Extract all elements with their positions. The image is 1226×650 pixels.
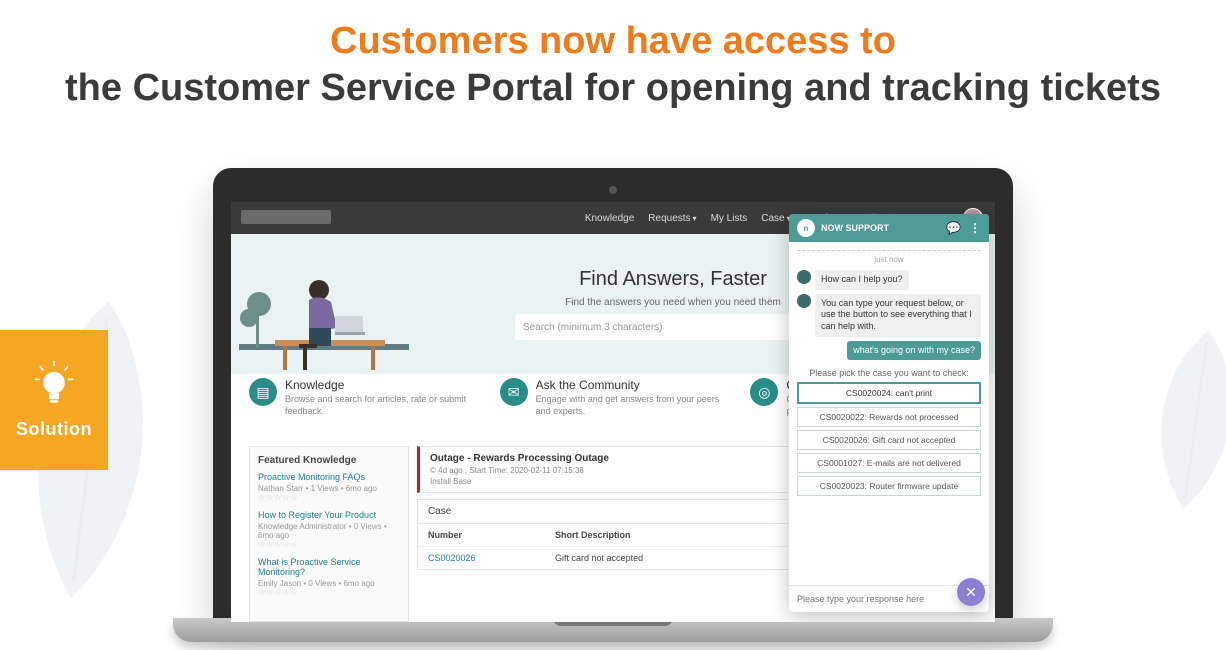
close-icon: ✕ bbox=[965, 584, 977, 601]
chat-title: NOW SUPPORT bbox=[821, 223, 889, 233]
now-logo-icon: n bbox=[797, 219, 815, 237]
featured-meta: Nathan Starr • 1 Views • 6mo ago bbox=[258, 484, 400, 493]
search-placeholder: Search (minimum 3 characters) bbox=[523, 322, 662, 333]
featured-meta: Emily Jason • 0 Views • 6mo ago bbox=[258, 579, 400, 588]
chat-timestamp: just now bbox=[797, 255, 981, 264]
life-ring-icon: ◎ bbox=[750, 378, 778, 406]
message-text: You can type your request below, or use … bbox=[815, 294, 981, 337]
tile-desc: Engage with and get answers from your pe… bbox=[536, 394, 727, 417]
picker-option[interactable]: CS0001027: E-mails are not delivered bbox=[797, 453, 981, 473]
brand-logo bbox=[241, 210, 331, 224]
featured-meta: Knowledge Administrator • 0 Views • 6mo … bbox=[258, 522, 400, 540]
featured-item[interactable]: Proactive Monitoring FAQs Nathan Starr •… bbox=[258, 472, 400, 502]
picker-option[interactable]: CS0020023: Router firmware update bbox=[797, 476, 981, 496]
chat-bubble-icon: ✉ bbox=[500, 378, 528, 406]
headline-line2: the Customer Service Portal for opening … bbox=[40, 67, 1186, 110]
nav-case[interactable]: Case▾ bbox=[761, 213, 790, 224]
picker-label: Please pick the case you want to check: bbox=[797, 368, 981, 378]
picker-option[interactable]: CS0020026: Gift card not accepted bbox=[797, 430, 981, 450]
chevron-down-icon: ▾ bbox=[693, 214, 697, 223]
outage-title: Outage - Rewards Processing Outage bbox=[430, 453, 838, 464]
case-table: Number Short Description Actions CS00200… bbox=[418, 524, 848, 569]
card-heading: Case bbox=[428, 506, 451, 517]
speech-icon[interactable]: 💬 bbox=[946, 221, 961, 235]
user-message: what's going on with my case? bbox=[797, 341, 981, 361]
tile-desc: Browse and search for articles, rate or … bbox=[285, 394, 476, 417]
close-chat-fab[interactable]: ✕ bbox=[957, 578, 985, 606]
tile-title: Ask the Community bbox=[536, 378, 727, 392]
chat-body: just now How can I help you? You can typ… bbox=[789, 242, 989, 585]
portal-screen: Knowledge Requests▾ My Lists Case▾ Catal… bbox=[231, 202, 995, 622]
outage-banner[interactable]: Outage - Rewards Processing Outage © 4d … bbox=[417, 446, 849, 493]
bot-message: How can I help you? bbox=[797, 270, 981, 290]
star-rating-icon: ☆☆☆☆☆ bbox=[258, 493, 400, 502]
featured-heading: Featured Knowledge bbox=[258, 455, 400, 466]
camera-dot bbox=[609, 186, 617, 194]
nav-knowledge[interactable]: Knowledge bbox=[585, 213, 634, 224]
tile-knowledge[interactable]: ▤ Knowledge Browse and search for article… bbox=[249, 378, 476, 417]
nav-mylists[interactable]: My Lists bbox=[711, 213, 748, 224]
outage-base: Install Base bbox=[430, 477, 838, 486]
col-desc: Short Description bbox=[545, 524, 748, 547]
decorative-leaf-right bbox=[1116, 263, 1226, 577]
featured-item[interactable]: What is Proactive Service Monitoring? Em… bbox=[258, 557, 400, 597]
star-rating-icon: ☆☆☆☆☆ bbox=[258, 540, 400, 549]
chat-header: n NOW SUPPORT 💬 ⋮ bbox=[789, 214, 989, 242]
featured-link[interactable]: How to Register Your Product bbox=[258, 510, 400, 520]
search-input[interactable]: Search (minimum 3 characters) bbox=[515, 314, 831, 340]
lightbulb-icon bbox=[33, 361, 75, 411]
badge-label: Solution bbox=[16, 419, 92, 440]
picker-option[interactable]: CS0020024: can't print bbox=[797, 382, 981, 404]
featured-item[interactable]: How to Register Your Product Knowledge A… bbox=[258, 510, 400, 549]
book-icon: ▤ bbox=[249, 378, 277, 406]
featured-knowledge-panel: Featured Knowledge Proactive Monitoring … bbox=[249, 446, 409, 622]
chat-text-input[interactable] bbox=[795, 593, 969, 605]
case-desc: Gift card not accepted bbox=[545, 547, 748, 570]
case-card: Case View Number Short Description Actio… bbox=[417, 499, 849, 570]
message-text: How can I help you? bbox=[815, 270, 909, 290]
hero-subtitle: Find the answers you need when you need … bbox=[565, 297, 781, 308]
bot-message: You can type your request below, or use … bbox=[797, 294, 981, 337]
outage-meta: © 4d ago , Start Time: 2020-02-11 07:15:… bbox=[430, 466, 584, 475]
bot-avatar-icon bbox=[797, 270, 811, 284]
hero-illustration bbox=[231, 234, 411, 374]
picker-option[interactable]: CS0020022: Rewards not processed bbox=[797, 407, 981, 427]
tile-title: Knowledge bbox=[285, 378, 476, 392]
table-row[interactable]: CS0020026 Gift card not accepted bbox=[418, 547, 848, 570]
col-number: Number bbox=[418, 524, 545, 547]
hero-title: Find Answers, Faster bbox=[579, 268, 767, 291]
chat-widget: n NOW SUPPORT 💬 ⋮ just now How can I hel… bbox=[789, 214, 989, 612]
nav-requests[interactable]: Requests▾ bbox=[648, 213, 696, 224]
star-rating-icon: ☆☆☆☆☆ bbox=[258, 588, 400, 597]
featured-link[interactable]: What is Proactive Service Monitoring? bbox=[258, 557, 400, 577]
case-number[interactable]: CS0020026 bbox=[418, 547, 545, 570]
featured-link[interactable]: Proactive Monitoring FAQs bbox=[258, 472, 400, 482]
more-icon[interactable]: ⋮ bbox=[969, 221, 981, 235]
tile-community[interactable]: ✉ Ask the Community Engage with and get a… bbox=[500, 378, 727, 417]
bot-avatar-icon bbox=[797, 294, 811, 308]
solution-badge: Solution bbox=[0, 330, 108, 470]
headline-line1: Customers now have access to bbox=[40, 20, 1186, 63]
case-picker: Please pick the case you want to check: … bbox=[797, 368, 981, 499]
headline: Customers now have access to the Custome… bbox=[0, 20, 1226, 110]
message-text: what's going on with my case? bbox=[847, 341, 981, 361]
laptop-mockup: Knowledge Requests▾ My Lists Case▾ Catal… bbox=[213, 168, 1013, 642]
center-column: Outage - Rewards Processing Outage © 4d … bbox=[417, 446, 849, 622]
